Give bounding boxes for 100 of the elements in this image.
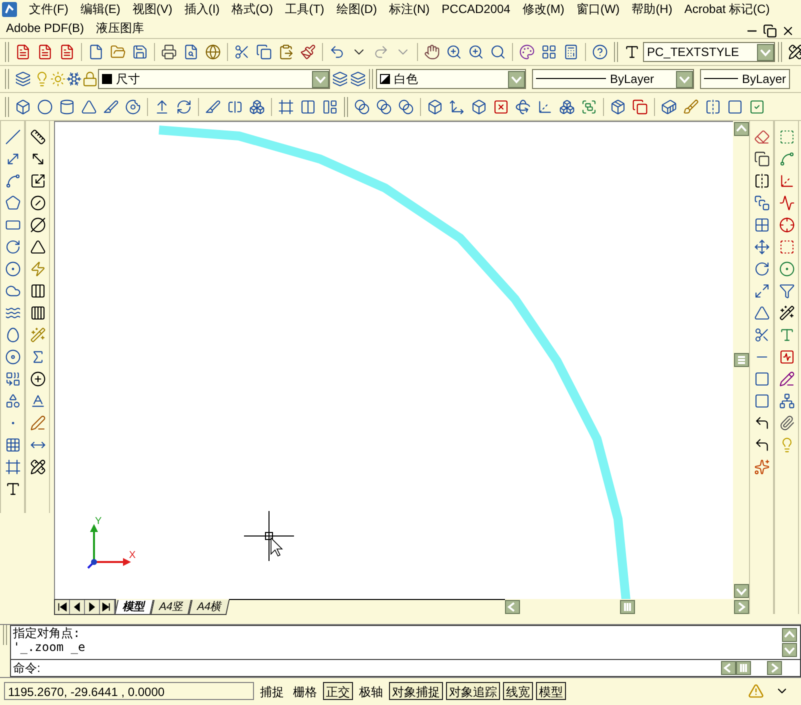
menu-item[interactable]: 帮助(H): [632, 0, 672, 18]
wave-icon[interactable]: [778, 195, 794, 211]
pentagon-icon[interactable]: [4, 195, 20, 211]
drawing-canvas[interactable]: Y X: [54, 121, 733, 599]
lineweight-dropdown[interactable]: ByLayer: [700, 69, 790, 89]
sphere-icon[interactable]: [37, 98, 53, 114]
paperclip-icon[interactable]: [778, 415, 794, 431]
polyline-icon[interactable]: [4, 173, 20, 189]
text-style-dropdown[interactable]: PC_TEXTSTYLE: [643, 42, 775, 62]
zoom-in-icon[interactable]: [468, 44, 484, 60]
eraser-icon[interactable]: [754, 129, 770, 145]
overlap-circles-icon[interactable]: [376, 98, 392, 114]
wand-icon[interactable]: [778, 305, 794, 321]
brush-icon[interactable]: [683, 98, 699, 114]
square-icon[interactable]: [727, 98, 743, 114]
text-icon[interactable]: [4, 481, 20, 497]
status-toggle-button[interactable]: 线宽: [503, 682, 533, 700]
menu-item[interactable]: 工具(T): [284, 0, 324, 18]
tab-navigation-icon[interactable]: [100, 600, 115, 614]
color-dropdown[interactable]: 白色: [376, 69, 526, 89]
hatch-icon[interactable]: [4, 437, 20, 453]
calculator-icon[interactable]: [563, 44, 579, 60]
restore-icon[interactable]: [763, 24, 777, 38]
open-folder-icon[interactable]: [110, 44, 126, 60]
menu-item[interactable]: 绘图(D): [336, 0, 377, 18]
layers-icon[interactable]: [15, 71, 31, 87]
status-toggle-button[interactable]: 对象捕捉: [389, 682, 443, 700]
move-3d-icon[interactable]: [449, 98, 465, 114]
hand-icon[interactable]: [424, 44, 440, 60]
paintbrush-icon[interactable]: [300, 44, 316, 60]
polyline-icon[interactable]: [778, 151, 794, 167]
paste-icon[interactable]: [278, 44, 294, 60]
copy-icon[interactable]: [754, 151, 770, 167]
warning-icon[interactable]: [748, 683, 764, 699]
layer-dropdown[interactable]: 尺寸: [98, 69, 330, 89]
dimension-style-icon[interactable]: [788, 44, 801, 60]
ruler-icon[interactable]: [30, 129, 46, 145]
file-search-icon[interactable]: [183, 44, 199, 60]
scroll-left-button[interactable]: [505, 600, 520, 614]
square-x-icon[interactable]: [493, 98, 509, 114]
scroll-thumb[interactable]: [734, 353, 748, 367]
close-icon[interactable]: [781, 24, 795, 38]
scale-icon[interactable]: [754, 283, 770, 299]
layout-tab[interactable]: A4竖: [150, 600, 192, 614]
rotate-icon[interactable]: [754, 261, 770, 277]
pen-icon[interactable]: [30, 415, 46, 431]
line-icon[interactable]: [4, 129, 20, 145]
print-icon[interactable]: [161, 44, 177, 60]
cube-icon[interactable]: [427, 98, 443, 114]
redo-icon[interactable]: [373, 44, 389, 60]
crosshair-icon[interactable]: [778, 217, 794, 233]
menu-item[interactable]: 液压图库: [96, 19, 144, 37]
help-icon[interactable]: [592, 44, 608, 60]
menu-item[interactable]: 标注(N): [388, 0, 430, 18]
menu-item[interactable]: 窗口(W): [576, 0, 620, 18]
scroll-up-button[interactable]: [782, 628, 797, 642]
axis-3d-icon[interactable]: [537, 98, 553, 114]
status-toggle-button[interactable]: 栅格: [290, 682, 320, 700]
circle-dot-icon[interactable]: [778, 261, 794, 277]
overlap-circles-icon[interactable]: [398, 98, 414, 114]
activity-square-icon[interactable]: [778, 349, 794, 365]
overlap-circles-icon[interactable]: [354, 98, 370, 114]
layout-tab[interactable]: A4横: [188, 600, 231, 614]
status-toggle-button[interactable]: 极轴: [356, 682, 386, 700]
dimension-style-icon[interactable]: [30, 459, 46, 475]
group-icon[interactable]: [581, 98, 597, 114]
menu-item[interactable]: Acrobat 标记(C): [684, 0, 770, 18]
menu-item[interactable]: 插入(I): [184, 0, 220, 18]
app-logo-icon[interactable]: [2, 2, 17, 16]
copy-icon[interactable]: [256, 44, 272, 60]
pdf-file-icon[interactable]: [15, 44, 31, 60]
menu-item[interactable]: 格式(O): [232, 0, 273, 18]
menu-item[interactable]: Adobe PDF(B): [6, 19, 84, 37]
cube-icon[interactable]: [15, 98, 31, 114]
container-icon[interactable]: [661, 98, 677, 114]
menu-item[interactable]: 修改(M): [522, 0, 564, 18]
lock-icon[interactable]: [82, 71, 98, 87]
scroll-down-button[interactable]: [782, 643, 797, 657]
cloud-icon[interactable]: [4, 283, 20, 299]
snowflake-icon[interactable]: [66, 71, 82, 87]
undo-icon[interactable]: [329, 44, 345, 60]
columns-icon[interactable]: [300, 98, 316, 114]
menu-item[interactable]: 视图(V): [132, 0, 172, 18]
dashed-square-icon[interactable]: [778, 129, 794, 145]
move-icon[interactable]: [754, 239, 770, 255]
pencil-icon[interactable]: [778, 371, 794, 387]
mirror-icon[interactable]: [754, 173, 770, 189]
dashed-square-icon[interactable]: [778, 239, 794, 255]
shapes-icon[interactable]: [4, 393, 20, 409]
status-toggle-button[interactable]: 正交: [323, 682, 353, 700]
trim-icon[interactable]: [754, 327, 770, 343]
status-toggle-button[interactable]: 模型: [536, 682, 566, 700]
boxes-icon[interactable]: [559, 98, 575, 114]
palette-icon[interactable]: [519, 44, 535, 60]
status-toggle-button[interactable]: 捕捉: [257, 682, 287, 700]
cylinder-icon[interactable]: [59, 98, 75, 114]
layers-icon[interactable]: [332, 71, 348, 87]
menu-item[interactable]: 编辑(E): [80, 0, 120, 18]
search-icon[interactable]: [490, 44, 506, 60]
boxes-icon[interactable]: [249, 98, 265, 114]
